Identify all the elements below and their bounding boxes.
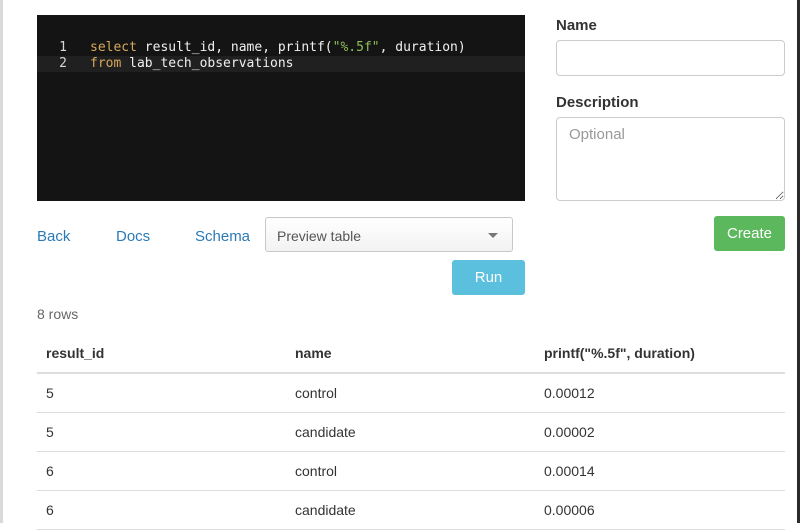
- sql-keyword-from: from: [90, 56, 122, 71]
- table-row: 5 candidate 0.00002: [37, 412, 785, 452]
- docs-link[interactable]: Docs: [116, 228, 150, 245]
- cell-result-id: 6: [37, 451, 286, 491]
- line-number-1: 1: [59, 40, 67, 55]
- sql-text-select-columns: result_id, name, printf(: [136, 40, 333, 55]
- back-link[interactable]: Back: [37, 228, 70, 245]
- results-table: result_id name printf("%.5f", duration) …: [37, 334, 785, 530]
- cell-result-id: 5: [37, 373, 286, 413]
- preview-table-select[interactable]: Preview table: [265, 217, 513, 252]
- name-label: Name: [556, 17, 597, 34]
- name-input[interactable]: [556, 40, 785, 76]
- left-window-edge: [0, 0, 3, 523]
- schema-link[interactable]: Schema: [195, 228, 250, 245]
- cell-name: candidate: [286, 412, 535, 452]
- caret-down-icon: [488, 233, 498, 238]
- cell-duration: 0.00002: [535, 412, 785, 452]
- results-header-row: result_id name printf("%.5f", duration): [37, 334, 785, 374]
- sql-keyword-select: select: [90, 40, 137, 55]
- table-row: 6 candidate 0.00006: [37, 490, 785, 530]
- row-count: 8 rows: [37, 306, 79, 322]
- description-textarea[interactable]: [556, 117, 785, 201]
- code-text-1[interactable]: select result_id, name, printf("%.5f", d…: [90, 40, 466, 56]
- cell-result-id: 6: [37, 490, 286, 530]
- cell-duration: 0.00012: [535, 373, 785, 413]
- code-line-1[interactable]: 1 select result_id, name, printf("%.5f",…: [37, 40, 525, 56]
- column-header-printf-duration: printf("%.5f", duration): [535, 334, 785, 374]
- column-header-result-id: result_id: [37, 334, 286, 374]
- column-header-name: name: [286, 334, 535, 374]
- cell-name: control: [286, 373, 535, 413]
- sql-text-table: lab_tech_observations: [121, 56, 294, 71]
- sql-editor[interactable]: 1 select result_id, name, printf("%.5f",…: [37, 15, 525, 201]
- table-row: 5 control 0.00012: [37, 373, 785, 413]
- sql-string-format: "%.5f": [332, 40, 380, 55]
- sql-text-select-tail: , duration): [379, 40, 466, 55]
- create-button[interactable]: Create: [714, 216, 785, 251]
- code-line-2[interactable]: 2 from lab_tech_observations: [37, 56, 525, 72]
- cell-result-id: 5: [37, 412, 286, 452]
- cell-name: candidate: [286, 490, 535, 530]
- run-button[interactable]: Run: [452, 260, 525, 295]
- description-label: Description: [556, 94, 639, 111]
- cell-duration: 0.00006: [535, 490, 785, 530]
- line-number-2: 2: [59, 56, 67, 71]
- preview-table-select-value: Preview table: [277, 228, 362, 244]
- table-row: 6 control 0.00014: [37, 451, 785, 491]
- code-text-2[interactable]: from lab_tech_observations: [90, 56, 294, 72]
- cell-duration: 0.00014: [535, 451, 785, 491]
- cell-name: control: [286, 451, 535, 491]
